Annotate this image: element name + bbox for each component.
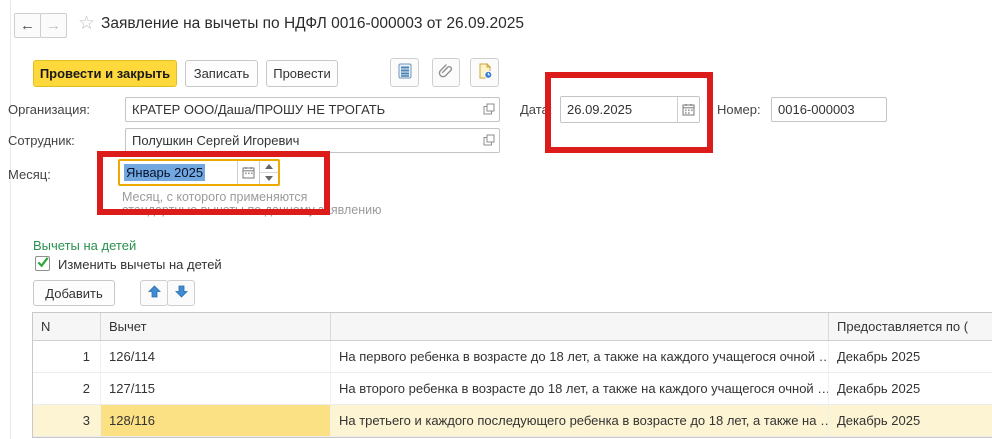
spin-up-icon[interactable] bbox=[260, 161, 278, 173]
change-children-deductions-label[interactable]: Изменить вычеты на детей bbox=[58, 257, 222, 272]
number-input[interactable] bbox=[771, 97, 887, 122]
register-records-button[interactable] bbox=[390, 58, 419, 87]
month-selected-text: Январь 2025 bbox=[124, 164, 205, 181]
date-input[interactable] bbox=[561, 97, 677, 122]
column-header-n[interactable]: N bbox=[33, 313, 101, 340]
open-link-icon[interactable] bbox=[482, 102, 496, 116]
month-value-area[interactable]: Январь 2025 bbox=[120, 161, 237, 184]
move-row-down-button[interactable] bbox=[167, 280, 195, 306]
table-row[interactable]: 2 127/115 На второго ребенка в возрасте … bbox=[33, 373, 992, 405]
deduction-application-form: ← → ☆ Заявление на вычеты по НДФЛ 0016-0… bbox=[0, 0, 992, 439]
open-link-icon[interactable] bbox=[482, 133, 496, 147]
column-header-provided-until[interactable]: Предоставляется по ( bbox=[829, 313, 992, 340]
page-title: Заявление на вычеты по НДФЛ 0016-000003 … bbox=[101, 15, 524, 33]
employee-input[interactable] bbox=[125, 128, 500, 153]
cell-description[interactable]: На первого ребенка в возрасте до 18 лет,… bbox=[331, 341, 829, 372]
post-and-close-button[interactable]: Провести и закрыть bbox=[33, 60, 177, 87]
organization-input[interactable] bbox=[125, 97, 500, 122]
cell-row-number[interactable]: 2 bbox=[33, 373, 101, 404]
column-header-description[interactable] bbox=[331, 313, 829, 340]
cell-deduction-code[interactable]: 127/115 bbox=[101, 373, 331, 404]
calendar-icon[interactable] bbox=[677, 97, 699, 122]
month-calendar-icon[interactable] bbox=[237, 161, 259, 184]
month-hint-line2: стандартные вычеты по данному заявлению bbox=[122, 203, 381, 217]
children-deductions-section-title: Вычеты на детей bbox=[33, 238, 136, 253]
forward-arrow-icon: → bbox=[46, 17, 61, 34]
add-row-button[interactable]: Добавить bbox=[33, 280, 115, 306]
back-button[interactable]: ← bbox=[14, 13, 41, 38]
attachments-button[interactable] bbox=[432, 58, 460, 87]
cell-row-number[interactable]: 1 bbox=[33, 341, 101, 372]
register-records-icon bbox=[398, 63, 412, 82]
month-field[interactable]: Январь 2025 bbox=[118, 159, 280, 186]
cell-description[interactable]: На третьего и каждого последующего ребен… bbox=[331, 405, 829, 436]
change-children-deductions-checkbox[interactable] bbox=[35, 256, 50, 271]
post-button[interactable]: Провести bbox=[266, 60, 338, 87]
month-hint-line1: Месяц, с которого применяются bbox=[122, 190, 307, 204]
spin-down-icon[interactable] bbox=[260, 173, 278, 184]
cell-provided-until[interactable]: Декабрь 2025 bbox=[829, 341, 992, 372]
cell-deduction-code-active[interactable]: 128/116 bbox=[101, 405, 331, 436]
month-spinner[interactable] bbox=[259, 161, 278, 184]
arrow-down-icon bbox=[175, 285, 188, 301]
cell-row-number[interactable]: 3 bbox=[33, 405, 101, 436]
employee-label: Сотрудник: bbox=[8, 133, 75, 148]
table-header-row: N Вычет Предоставляется по ( bbox=[33, 313, 992, 341]
window-edge-divider bbox=[10, 0, 11, 439]
number-label: Номер: bbox=[717, 102, 761, 117]
table-row[interactable]: 1 126/114 На первого ребенка в возрасте … bbox=[33, 341, 992, 373]
date-label: Дата: bbox=[520, 102, 552, 117]
back-arrow-icon: ← bbox=[20, 17, 35, 34]
arrow-up-icon bbox=[148, 285, 161, 301]
column-header-deduction[interactable]: Вычет bbox=[101, 313, 331, 340]
paperclip-icon bbox=[438, 63, 454, 82]
cell-deduction-code[interactable]: 126/114 bbox=[101, 341, 331, 372]
cell-provided-until[interactable]: Декабрь 2025 bbox=[829, 405, 992, 436]
forward-button[interactable]: → bbox=[40, 13, 67, 38]
save-button[interactable]: Записать bbox=[185, 60, 258, 87]
move-row-up-button[interactable] bbox=[140, 280, 168, 306]
checkmark-icon bbox=[36, 255, 50, 272]
table-row-selected[interactable]: 3 128/116 На третьего и каждого последую… bbox=[33, 405, 992, 437]
document-clock-icon bbox=[477, 63, 493, 82]
create-based-on-button[interactable] bbox=[470, 58, 499, 87]
organization-label: Организация: bbox=[8, 102, 90, 117]
month-label: Месяц: bbox=[8, 167, 51, 182]
cell-description[interactable]: На второго ребенка в возрасте до 18 лет,… bbox=[331, 373, 829, 404]
deductions-table: N Вычет Предоставляется по ( 1 126/114 Н… bbox=[32, 312, 992, 438]
favorite-star-icon[interactable]: ☆ bbox=[78, 12, 95, 35]
cell-provided-until[interactable]: Декабрь 2025 bbox=[829, 373, 992, 404]
